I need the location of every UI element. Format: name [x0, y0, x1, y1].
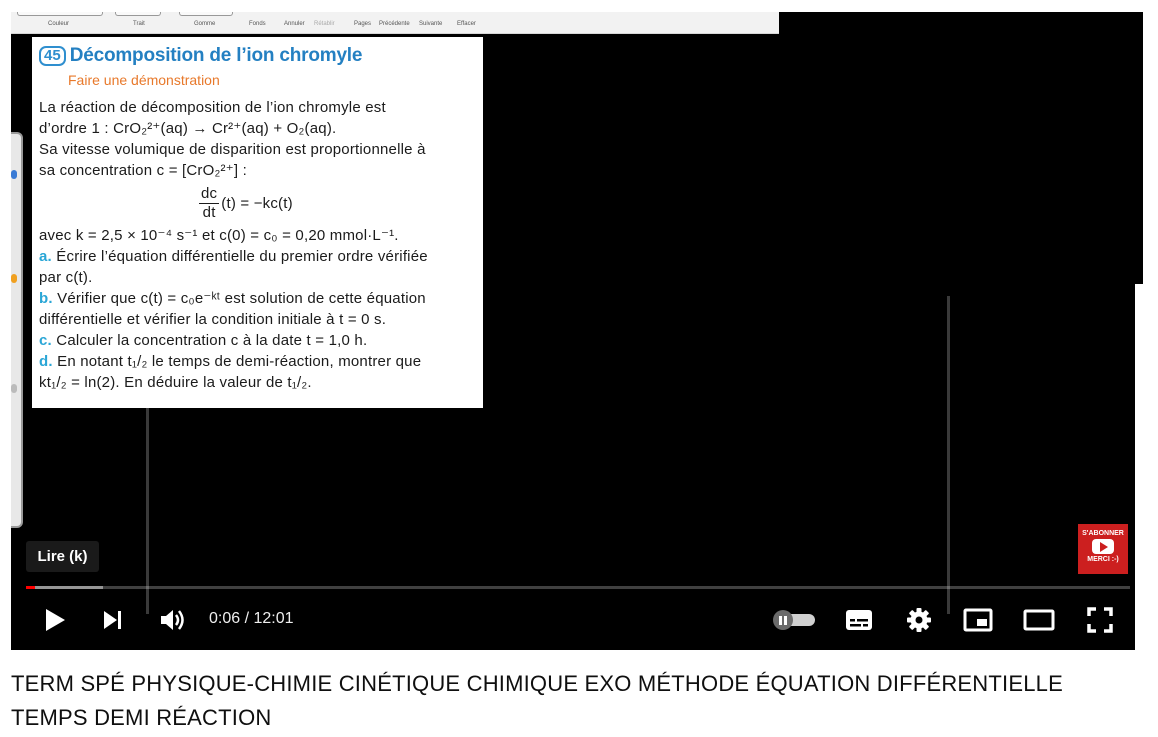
settings-button[interactable]: [903, 604, 935, 636]
question-c: c. Calculer la concentration c à la date…: [39, 330, 475, 351]
miniplayer-icon: [963, 608, 993, 632]
video-player[interactable]: Couleur Trait Gomme Fonds Annuler Rétabl…: [11, 12, 1143, 650]
progress-bar[interactable]: [26, 586, 1130, 589]
theater-icon: [1023, 609, 1055, 631]
subtitles-icon: [846, 610, 872, 630]
exercise-header: 45 Décomposition de l’ion chromyle: [39, 45, 475, 67]
sidebar-tool-icon[interactable]: [11, 170, 17, 179]
youtube-logo-icon: [1092, 539, 1114, 554]
play-button[interactable]: [39, 604, 71, 636]
sidebar-tool-icon[interactable]: [11, 274, 17, 283]
video-title: TERM SPÉ PHYSIQUE-CHIMIE CINÉTIQUE CHIMI…: [11, 667, 1141, 735]
tool-backgrounds[interactable]: Fonds: [249, 21, 266, 27]
page: Couleur Trait Gomme Fonds Annuler Rétabl…: [0, 0, 1158, 737]
exercise-text-line: Sa vitesse volumique de disparition est …: [39, 141, 426, 158]
question-text: kt₁/₂ = ln(2). En déduire la valeur de t…: [39, 374, 312, 391]
tool-next[interactable]: Suivante: [419, 21, 442, 27]
question-label: c.: [39, 332, 52, 349]
time-display: 0:06 / 12:01: [209, 610, 294, 628]
exercise-card: 45 Décomposition de l’ion chromyle Faire…: [32, 37, 483, 408]
miniplayer-button[interactable]: [962, 604, 994, 636]
next-button[interactable]: [97, 604, 129, 636]
subscribe-thanks: MERCI :-): [1087, 556, 1119, 563]
exercise-title: Décomposition de l’ion chromyle: [69, 45, 363, 66]
divider-line: [146, 408, 149, 614]
fullscreen-icon: [1087, 607, 1113, 633]
video-title-line: TERM SPÉ PHYSIQUE-CHIMIE CINÉTIQUE CHIMI…: [11, 671, 1063, 696]
exercise-subtitle: Faire une démonstration: [68, 72, 220, 88]
tool-clear[interactable]: Effacer: [457, 21, 476, 27]
next-icon: [104, 611, 121, 629]
question-d: d. En notant t₁/₂ le temps de demi-réact…: [39, 351, 475, 372]
subscribe-label: S'ABONNER: [1082, 530, 1124, 537]
play-icon: [46, 609, 65, 631]
pause-icon: [773, 610, 793, 630]
fraction-numerator: dc: [199, 184, 220, 204]
exercise-text-line: avec k = 2,5 × 10⁻⁴ s⁻¹ et c(0) = c₀ = 0…: [39, 227, 399, 244]
toolbar-stroke-box: [115, 12, 161, 16]
tool-redo[interactable]: Rétablir: [314, 21, 335, 27]
fraction-denominator: dt: [202, 203, 216, 221]
question-text: différentielle et vérifier la condition …: [39, 311, 387, 328]
play-tooltip: Lire (k): [26, 541, 99, 572]
question-label: b.: [39, 290, 53, 307]
sidebar-tool-icon[interactable]: [11, 384, 17, 393]
question-a: a. Écrire l’équation différentielle du p…: [39, 246, 475, 267]
video-title-line: TEMPS DEMI RÉACTION: [11, 705, 272, 730]
letterbox-gap: [1135, 284, 1147, 650]
fullscreen-button[interactable]: [1084, 604, 1116, 636]
subtitles-button[interactable]: [843, 604, 875, 636]
formula-rhs: (t) = −kc(t): [221, 194, 293, 212]
tool-color[interactable]: Couleur: [48, 21, 69, 27]
exercise-text-line: La réaction de décomposition de l’ion ch…: [39, 99, 386, 116]
time-separator: /: [240, 610, 254, 627]
question-b: b. Vérifier que c(t) = c₀e⁻ᵏᵗ est soluti…: [39, 288, 475, 309]
question-label: d.: [39, 353, 53, 370]
autoplay-toggle[interactable]: [773, 610, 815, 630]
exercise-text-line: sa concentration c = [CrO₂²⁺] :: [39, 162, 247, 179]
volume-icon: [161, 610, 184, 630]
tool-eraser[interactable]: Gomme: [194, 21, 215, 27]
derivative-fraction: dc dt: [199, 184, 220, 222]
recorder-sidebar[interactable]: [11, 132, 23, 528]
exercise-body: La réaction de décomposition de l’ion ch…: [39, 97, 475, 393]
question-text: Calculer la concentration c à la date t …: [56, 332, 368, 349]
question-label: a.: [39, 248, 52, 265]
tool-stroke[interactable]: Trait: [133, 21, 145, 27]
divider-line: [947, 296, 950, 614]
tool-undo[interactable]: Annuler: [284, 21, 305, 27]
question-text: par c(t).: [39, 269, 93, 286]
recorder-toolbar: Couleur Trait Gomme Fonds Annuler Rétabl…: [11, 12, 779, 34]
toolbar-color-box: [17, 12, 103, 16]
exercise-number: 45: [39, 46, 66, 66]
toolbar-eraser-box: [179, 12, 233, 16]
rate-formula: dc dt (t) = −kc(t): [39, 181, 475, 225]
gear-icon: [907, 608, 931, 632]
progress-loaded: [26, 586, 104, 589]
duration: 12:01: [253, 610, 294, 627]
tool-pages[interactable]: Pages: [354, 21, 371, 27]
progress-played: [26, 586, 36, 589]
exercise-text-line: d’ordre 1 : CrO₂²⁺(aq) → Cr²⁺(aq) + O₂(a…: [39, 120, 337, 137]
question-text: En notant t₁/₂ le temps de demi-réaction…: [57, 353, 422, 370]
volume-button[interactable]: [157, 604, 189, 636]
theater-button[interactable]: [1021, 604, 1057, 636]
subscribe-badge[interactable]: S'ABONNER MERCI :-): [1078, 524, 1128, 574]
question-text: Écrire l’équation différentielle du prem…: [56, 248, 428, 265]
tool-previous[interactable]: Précédente: [379, 21, 410, 27]
question-text: Vérifier que c(t) = c₀e⁻ᵏᵗ est solution …: [57, 290, 426, 307]
current-time: 0:06: [209, 610, 241, 627]
